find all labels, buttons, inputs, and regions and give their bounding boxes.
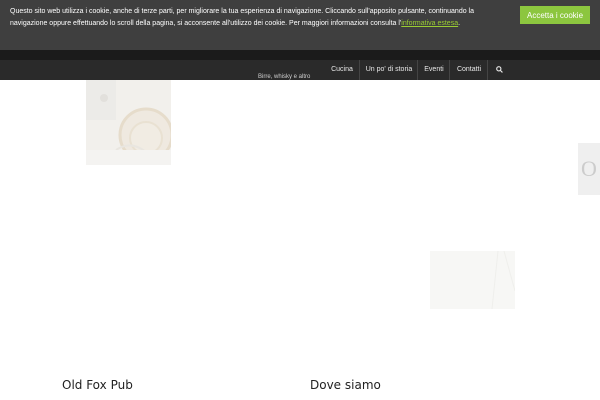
section-title-location: Dove siamo [310,378,381,392]
nav-item-cucina[interactable]: Cucina [325,60,359,80]
nav-item-eventi[interactable]: Eventi [417,60,450,80]
cookie-suffix: . [458,20,461,27]
pub-photo-image [86,80,171,165]
accept-cookies-button[interactable]: Accetta i cookie [520,6,590,24]
site-tagline: Birre, whisky e altro [258,74,311,80]
cookie-policy-link[interactable]: informativa estesa [401,20,458,27]
nav-item-contatti[interactable]: Contatti [449,60,488,80]
pub-photo [86,80,171,165]
side-tab[interactable]: O [578,143,600,195]
cookie-message: Questo sito web utilizza i cookie, anche… [10,6,480,30]
cookie-banner: Questo sito web utilizza i cookie, anche… [0,0,600,50]
map-image [430,250,516,310]
search-button[interactable] [487,60,510,80]
nav-item-storia[interactable]: Un po' di storia [359,60,418,80]
map-thumbnail[interactable] [430,250,516,310]
section-title-pub: Old Fox Pub [62,378,133,392]
header-strip [0,50,600,60]
search-icon [495,65,503,73]
